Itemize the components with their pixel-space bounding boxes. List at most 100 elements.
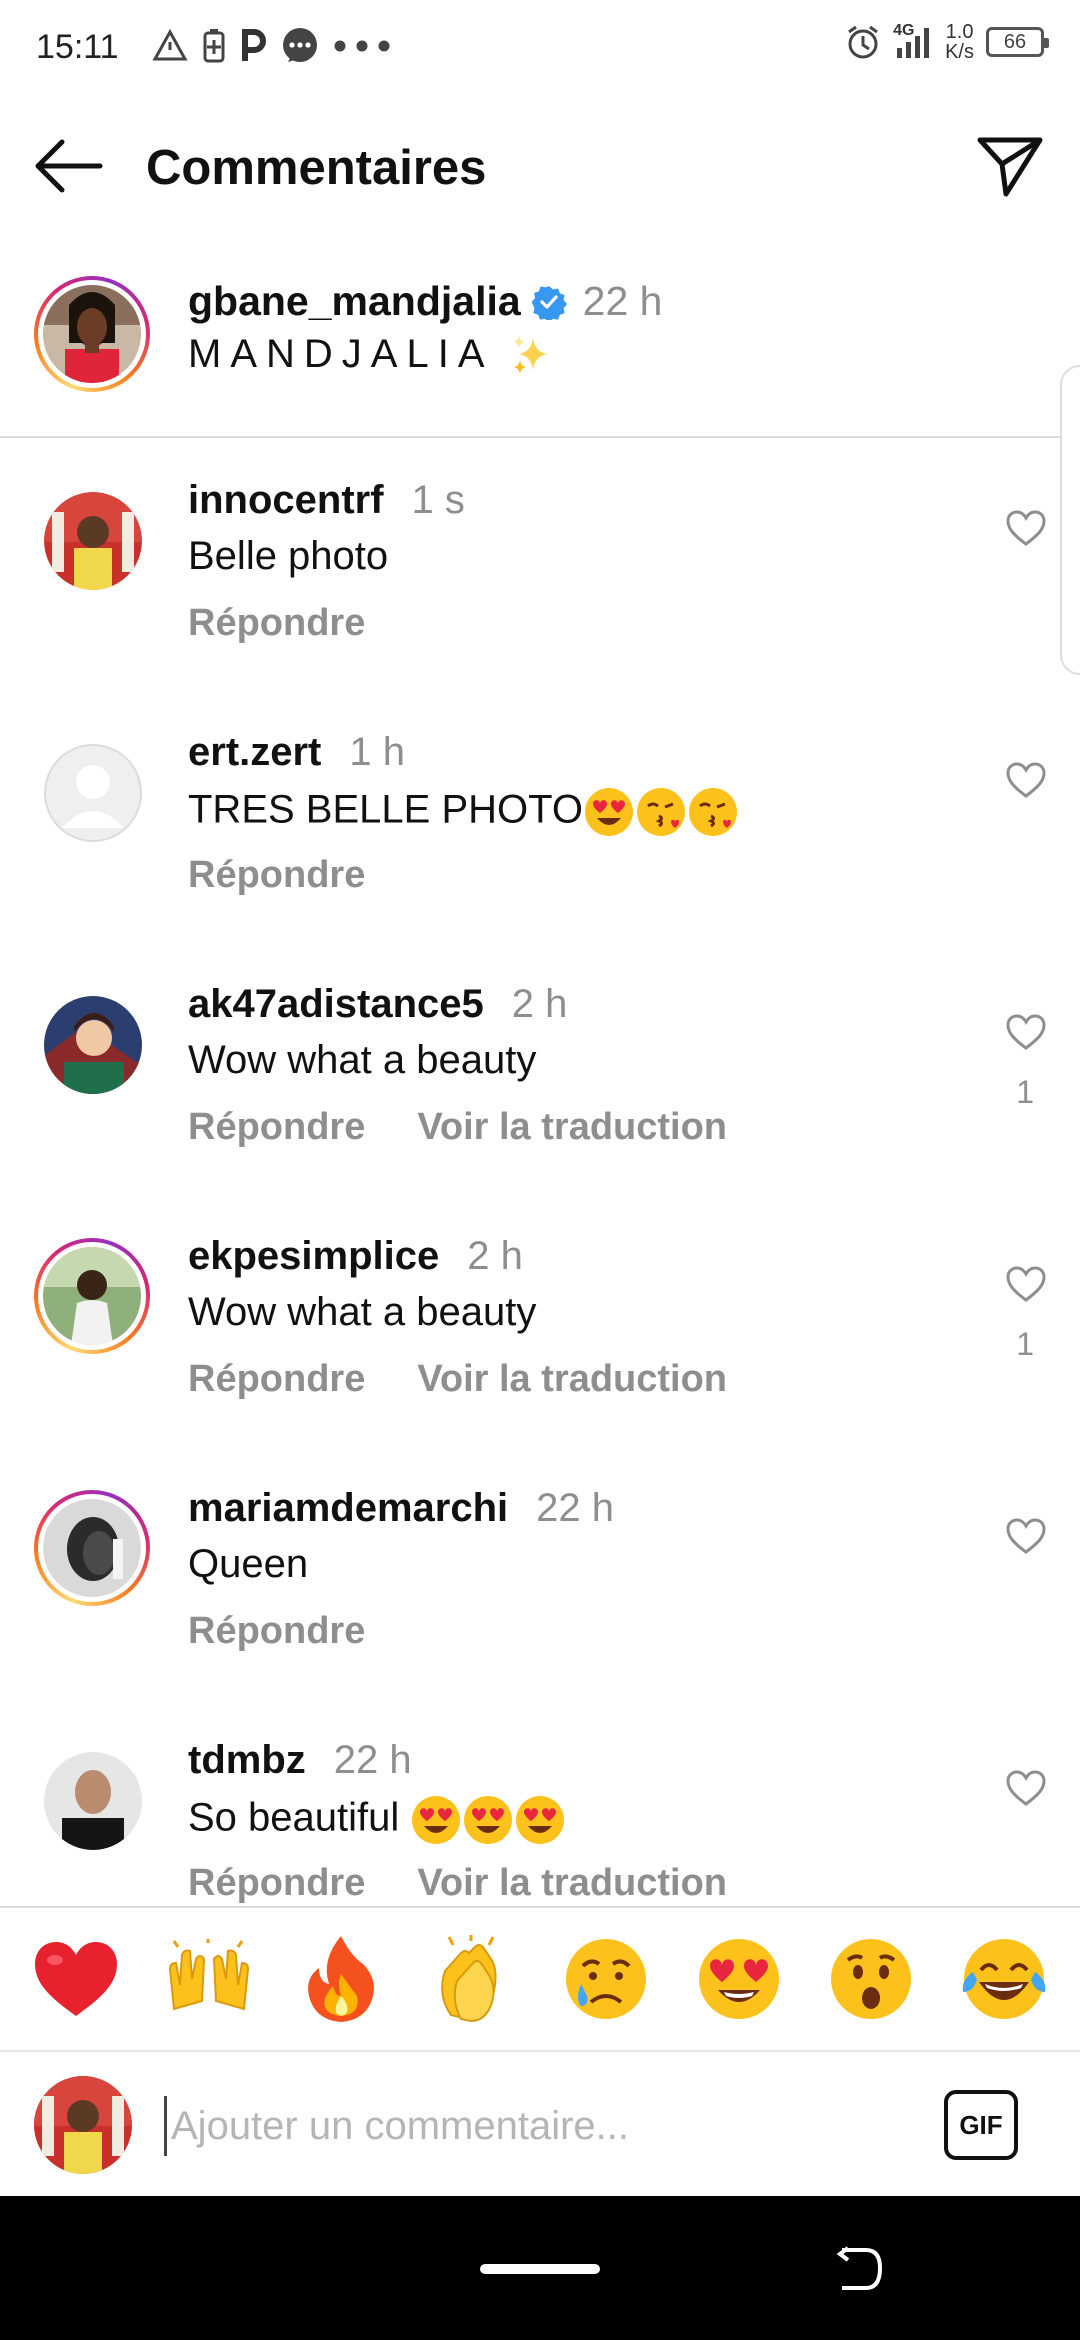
comment-item: ak47adistance5 2 h Wow what a beauty Rép…: [0, 982, 1080, 1232]
message-icon: [283, 28, 317, 62]
comment-time: 22 h: [536, 1486, 615, 1530]
system-nav-bar: [0, 2196, 1080, 2340]
translate-button[interactable]: Voir la traduction: [417, 1358, 727, 1401]
comment-time: 1 h: [349, 730, 405, 774]
heart-eyes-icon: [698, 1939, 779, 2019]
heart-outline-icon[interactable]: [1004, 1516, 1048, 1556]
reply-button[interactable]: Répondre: [188, 1862, 365, 1905]
comment-text: So beautiful: [188, 1795, 411, 1840]
heart-eyes-icon: [584, 788, 633, 836]
comment-username[interactable]: ak47adistance5: [188, 982, 484, 1027]
caption-text-line: MANDJALIA: [188, 332, 551, 378]
surprised-face-reaction[interactable]: [825, 1933, 917, 2025]
like-count: 1: [1016, 1074, 1034, 1110]
fire-reaction[interactable]: [295, 1933, 387, 2025]
nav-back-icon[interactable]: [836, 2246, 884, 2292]
signal-icon: 4G: [893, 22, 933, 62]
caption-divider: [0, 436, 1080, 438]
comment-text: Wow what a beauty: [188, 1038, 537, 1082]
crying-face-reaction[interactable]: [560, 1933, 652, 2025]
heart-outline-icon[interactable]: [1004, 1012, 1048, 1052]
kiss-face-icon: [688, 788, 737, 836]
comment-actions: Répondre: [188, 602, 365, 645]
comment-text: Belle photo: [188, 534, 389, 578]
reply-button[interactable]: Répondre: [188, 1610, 365, 1653]
heart-outline-icon[interactable]: [1004, 1264, 1048, 1304]
comment-actions: Répondre: [188, 1610, 365, 1653]
more-notifications-icon: [334, 40, 390, 52]
comment-time: 2 h: [511, 982, 568, 1026]
comment-actions: Répondre Voir la traduction: [188, 1358, 727, 1401]
parking-icon: [242, 29, 266, 61]
warning-icon: [152, 29, 188, 61]
comment-username[interactable]: tdmbz: [188, 1738, 306, 1783]
comment-actions: Répondre: [188, 854, 365, 897]
raising-hands-icon: [168, 1939, 249, 2011]
crying-face-icon: [566, 1939, 647, 2019]
comment-username[interactable]: mariamdemarchi: [188, 1486, 508, 1531]
translate-button[interactable]: Voir la traduction: [417, 1862, 727, 1905]
comment-text: TRES BELLE PHOTO: [188, 787, 583, 832]
avatar[interactable]: [44, 744, 142, 842]
comment-username[interactable]: ekpesimplice: [188, 1234, 439, 1279]
system-status: 4G 1.0 K/s 66: [845, 22, 1049, 62]
comment-header: ak47adistance5 2 h: [188, 982, 567, 1027]
reply-button[interactable]: Répondre: [188, 1106, 365, 1149]
status-time: 15:11: [36, 28, 119, 66]
comment-text: Wow what a beauty: [188, 1290, 537, 1334]
tears-of-joy-reaction[interactable]: [958, 1933, 1050, 2025]
comment-time: 1 s: [411, 478, 465, 522]
comment-text: Queen: [188, 1542, 309, 1586]
verified-badge-icon: [531, 285, 567, 320]
caption-avatar-ring[interactable]: [34, 276, 150, 392]
heart-outline-icon[interactable]: [1004, 760, 1048, 800]
sparkles-icon: [514, 336, 548, 375]
app-header: Commentaires: [0, 110, 1080, 222]
avatar: [43, 285, 141, 383]
avatar[interactable]: [44, 1752, 142, 1850]
reply-button[interactable]: Répondre: [188, 602, 365, 645]
back-arrow-icon[interactable]: [32, 136, 106, 196]
comment-input-bar: GIF: [0, 2050, 1080, 2196]
kiss-face-icon: [636, 788, 685, 836]
comment-item: ert.zert 1 h TRES BELLE PHOTO Répondre: [0, 730, 1080, 980]
red-heart-icon: [35, 1942, 118, 2016]
surprised-face-icon: [831, 1939, 912, 2019]
avatar[interactable]: [44, 492, 142, 590]
comment-text-line: So beautiful: [188, 1794, 566, 1846]
comment-username[interactable]: innocentrf: [188, 478, 384, 523]
comment-header: innocentrf 1 s: [188, 478, 465, 523]
gif-button[interactable]: GIF: [944, 2090, 1018, 2160]
comment-header: tdmbz 22 h: [188, 1738, 412, 1783]
battery-indicator: 66: [986, 27, 1049, 57]
reply-button[interactable]: Répondre: [188, 1358, 365, 1401]
heart-eyes-icon: [516, 1796, 565, 1844]
comment-input[interactable]: [164, 2096, 884, 2156]
comment-item: innocentrf 1 s Belle photo Répondre: [0, 478, 1080, 728]
avatar[interactable]: [44, 996, 142, 1094]
home-gesture-bar[interactable]: [480, 2264, 600, 2274]
comment-item: ekpesimplice 2 h Wow what a beauty Répon…: [0, 1234, 1080, 1484]
heart-eyes-reaction[interactable]: [693, 1933, 785, 2025]
reply-button[interactable]: Répondre: [188, 854, 365, 897]
avatar-story-ring[interactable]: [34, 1490, 150, 1606]
caption-username[interactable]: gbane_mandjalia: [188, 278, 521, 325]
clapping-hands-reaction[interactable]: [428, 1933, 520, 2025]
battery-saver-icon: [203, 29, 225, 63]
translate-button[interactable]: Voir la traduction: [417, 1106, 727, 1149]
share-send-icon[interactable]: [976, 134, 1044, 198]
avatar-story-ring[interactable]: [34, 1238, 150, 1354]
raising-hands-reaction[interactable]: [163, 1933, 255, 2025]
comment-time: 22 h: [333, 1738, 412, 1782]
heart-outline-icon[interactable]: [1004, 1768, 1048, 1808]
status-bar: 15:11 4G 1.0 K/s 66: [0, 0, 1080, 96]
comment-username[interactable]: ert.zert: [188, 730, 321, 775]
alarm-icon: [848, 25, 878, 59]
comment-item: tdmbz 22 h So beautiful Répondre Voir la…: [0, 1738, 1080, 1906]
fire-icon: [308, 1936, 375, 2022]
heart-outline-icon[interactable]: [1004, 508, 1048, 548]
like-count: 1: [1016, 1326, 1034, 1362]
red-heart-reaction[interactable]: [30, 1933, 122, 2025]
caption-time: 22 h: [582, 278, 663, 324]
avatar: [43, 1499, 141, 1597]
